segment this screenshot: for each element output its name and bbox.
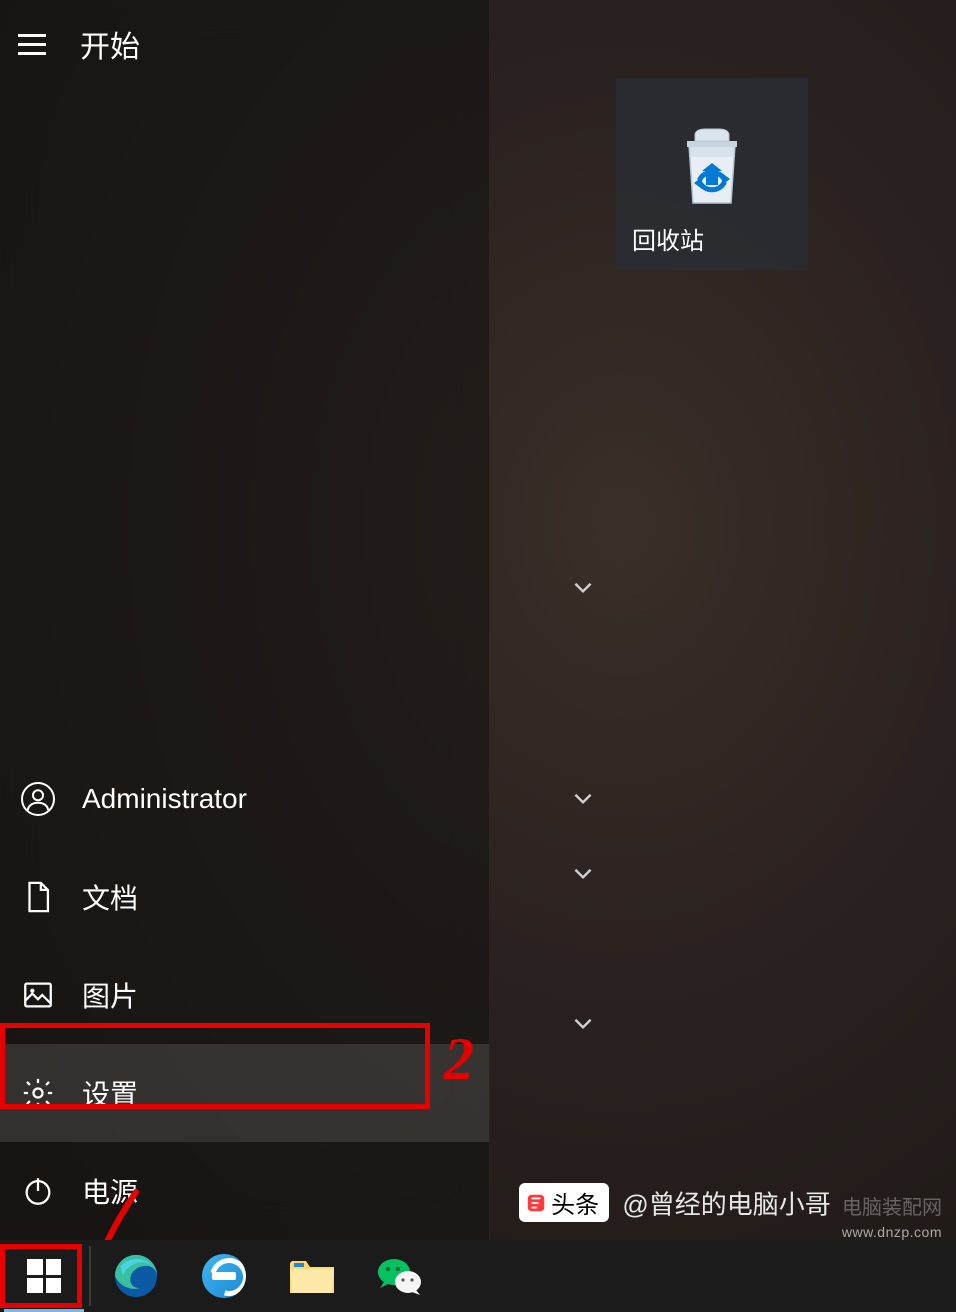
taskbar <box>0 1240 956 1312</box>
edge-icon <box>113 1253 159 1299</box>
taskbar-start-button[interactable] <box>0 1240 88 1312</box>
folder-icon <box>288 1255 336 1297</box>
menu-item-documents[interactable]: 文档 <box>0 848 489 946</box>
menu-item-user[interactable]: Administrator <box>0 750 489 848</box>
recycle-bin-icon <box>677 127 747 207</box>
watermark-line1: 头条 @曾经的电脑小哥 电脑装配网 <box>519 1183 942 1222</box>
start-tiles-area: 回收站 <box>490 0 956 1240</box>
wechat-icon <box>376 1252 424 1300</box>
tile-label: 回收站 <box>632 221 704 256</box>
chevron-expand-4[interactable] <box>570 1010 596 1036</box>
menu-item-power[interactable]: 电源 <box>0 1142 489 1240</box>
watermark-tag: 头条 <box>519 1183 609 1222</box>
ie-icon <box>202 1254 246 1298</box>
start-header: 开始 <box>0 0 489 88</box>
menu-label-pictures: 图片 <box>82 975 138 1015</box>
taskbar-explorer[interactable] <box>268 1240 356 1312</box>
windows-logo-icon <box>27 1259 61 1293</box>
watermark-author: @曾经的电脑小哥 <box>622 1190 830 1220</box>
gear-icon <box>20 1075 56 1111</box>
menu-item-settings[interactable]: 设置 <box>0 1044 489 1142</box>
pictures-icon <box>20 977 56 1013</box>
taskbar-edge[interactable] <box>92 1240 180 1312</box>
annotation-number-2: 2 <box>444 1025 474 1094</box>
watermark: 头条 @曾经的电脑小哥 电脑装配网 www.dnzp.com <box>519 1183 942 1240</box>
menu-label-settings: 设置 <box>82 1073 138 1113</box>
menu-label-power: 电源 <box>82 1171 138 1211</box>
taskbar-separator <box>89 1246 91 1306</box>
menu-label-documents: 文档 <box>82 877 138 917</box>
chevron-expand-1[interactable] <box>570 574 596 600</box>
start-title: 开始 <box>80 22 140 66</box>
menu-label-user: Administrator <box>82 783 247 815</box>
power-icon <box>20 1173 56 1209</box>
tile-recycle-bin[interactable]: 回收站 <box>616 78 808 270</box>
watermark-url: www.dnzp.com <box>519 1224 942 1240</box>
hamburger-icon[interactable] <box>18 26 54 62</box>
chevron-expand-2[interactable] <box>570 785 596 811</box>
start-menu: 开始 Administrator 文档 图片 <box>0 0 490 1240</box>
user-icon <box>20 781 56 817</box>
taskbar-ie[interactable] <box>180 1240 268 1312</box>
taskbar-wechat[interactable] <box>356 1240 444 1312</box>
watermark-site-label: 电脑装配网 <box>842 1197 942 1219</box>
start-bottom-list: Administrator 文档 图片 设置 电源 <box>0 750 489 1240</box>
document-icon <box>20 879 56 915</box>
chevron-expand-3[interactable] <box>570 860 596 886</box>
menu-item-pictures[interactable]: 图片 <box>0 946 489 1044</box>
